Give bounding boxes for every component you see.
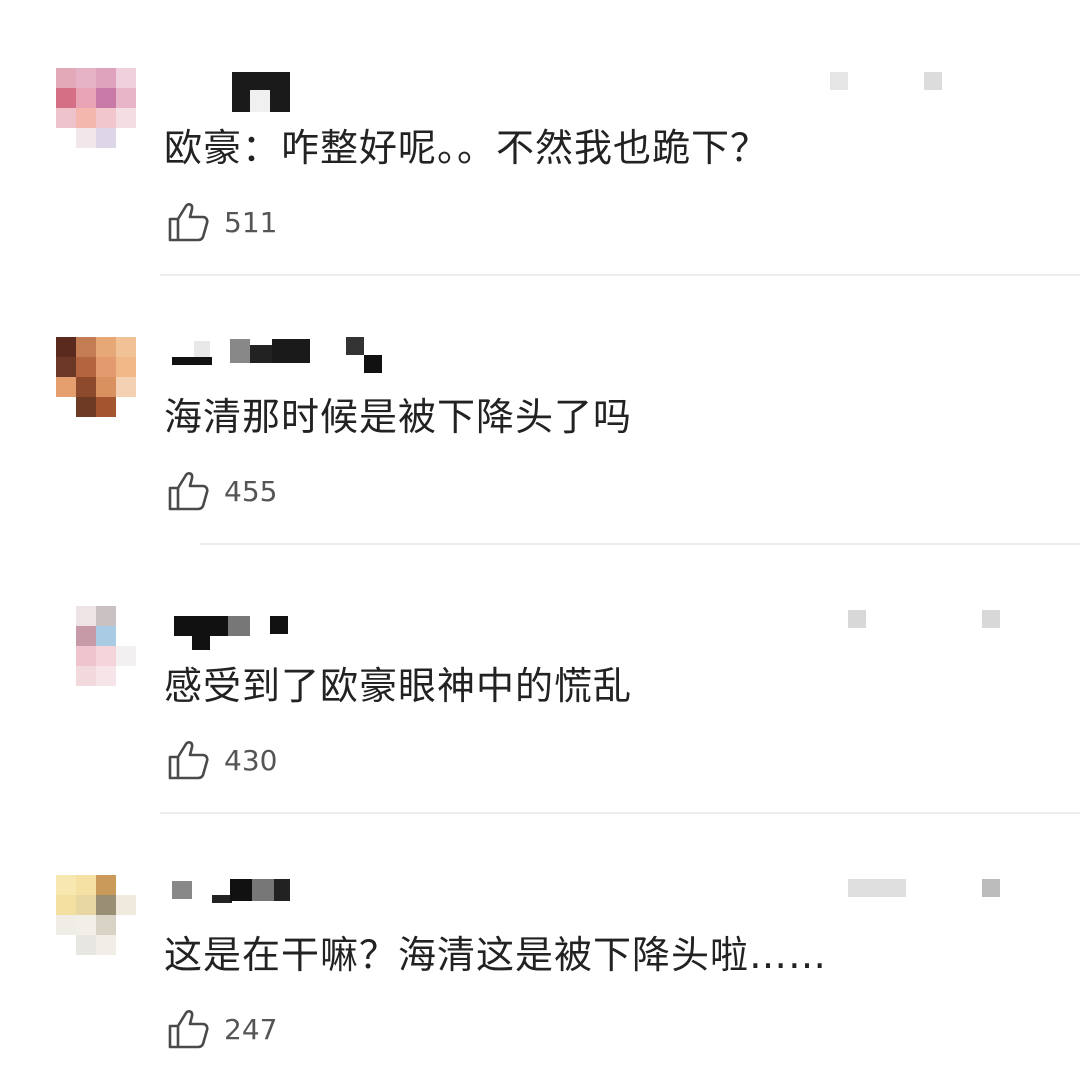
thumbs-up-icon: [166, 1007, 210, 1051]
comment-text: 这是在干嘛？海清这是被下降头啦……: [164, 933, 828, 977]
username-redacted[interactable]: [170, 68, 430, 112]
thumbs-up-icon: [166, 200, 210, 244]
comment-item: 这是在干嘛？海清这是被下降头啦…… 247: [0, 807, 1080, 1075]
comment-text: 海清那时候是被下降头了吗: [164, 395, 633, 439]
comment-text: 欧豪：咋整好呢。。不然我也跪下？: [164, 126, 770, 170]
comment-meta-redacted: [826, 70, 1026, 94]
username-redacted[interactable]: [170, 337, 430, 381]
like-count: 247: [224, 1012, 278, 1046]
avatar[interactable]: [56, 337, 136, 417]
like-count: 511: [224, 205, 278, 239]
comment-item: 欧豪：咋整好呢。。不然我也跪下？ 511: [0, 0, 1080, 276]
comment-meta-redacted: [826, 608, 1026, 632]
avatar[interactable]: [76, 606, 136, 686]
username-redacted[interactable]: [170, 875, 430, 919]
like-count: 455: [224, 474, 278, 508]
avatar[interactable]: [56, 875, 136, 955]
like-count: 430: [224, 743, 278, 777]
like-button[interactable]: 247: [166, 1005, 277, 1053]
username-redacted[interactable]: [170, 606, 430, 650]
like-button[interactable]: 455: [166, 467, 277, 515]
comment-item: 海清那时候是被下降头了吗 455: [0, 269, 1080, 545]
comment-meta-redacted: [826, 877, 1026, 901]
thumbs-up-icon: [166, 738, 210, 782]
comment-item: 感受到了欧豪眼神中的慌乱 430: [0, 538, 1080, 814]
thumbs-up-icon: [166, 469, 210, 513]
like-button[interactable]: 511: [166, 198, 277, 246]
avatar[interactable]: [56, 68, 136, 148]
like-button[interactable]: 430: [166, 736, 277, 784]
comment-text: 感受到了欧豪眼神中的慌乱: [164, 664, 633, 708]
